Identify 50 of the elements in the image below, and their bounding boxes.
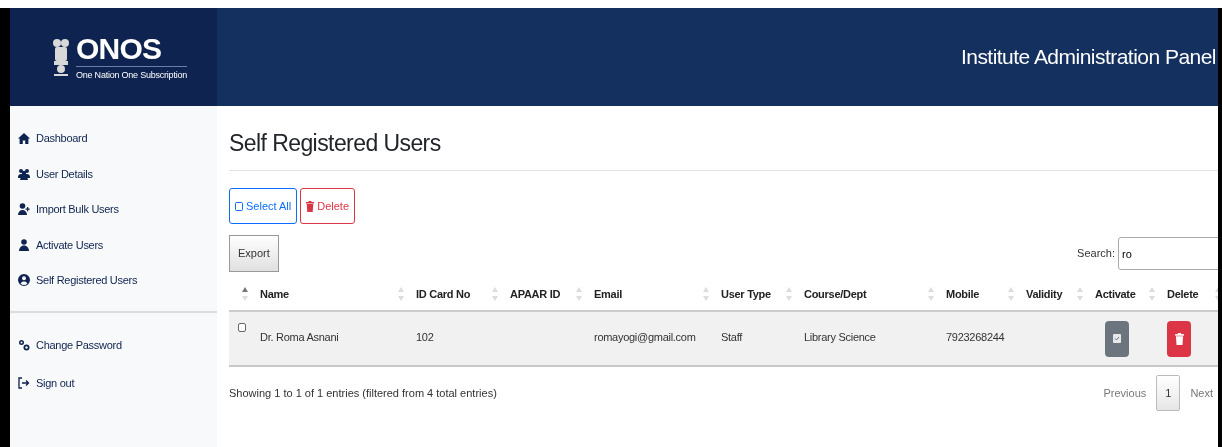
users-icon [18,167,30,180]
column-header[interactable]: Validity [1026,285,1063,303]
column-header[interactable]: APAAR ID [510,285,561,303]
table-cell: Dr. Roma Asnani [260,331,339,343]
column-header[interactable]: Course/Dept [804,285,867,303]
column-header[interactable]: Mobile [946,285,980,303]
sidebar-link[interactable]: Change Password [18,336,217,353]
table-info: Showing 1 to 1 of 1 entries (filtered from 4 total entries) [229,385,497,401]
checkbox-icon [235,201,243,211]
user-plus-icon [18,203,30,216]
page-button[interactable]: 1 [1156,375,1181,411]
user-icon [18,238,30,251]
delete-row-button[interactable] [1167,320,1191,357]
sidebar-link[interactable]: Dashboard [18,130,217,147]
pagination-link[interactable]: Next [1184,375,1218,411]
activate-button[interactable] [1105,320,1129,357]
trash-icon [306,200,315,212]
row-checkbox[interactable] [237,323,246,332]
column-header[interactable]: User Type [721,285,771,303]
sidebar-link[interactable]: User Details [18,165,217,182]
select-all-button[interactable]: Select All [229,188,298,224]
column-header[interactable]: ID Card No [416,285,471,303]
table-cell: Staff [721,331,743,343]
search-label: Search: [1077,246,1115,262]
column-header[interactable]: Email [594,285,622,303]
sidebar-link[interactable]: Self Registered Users [18,272,217,289]
table-cell: romayogi@gmail.com [594,331,696,343]
sidebar-link[interactable]: Activate Users [18,236,217,253]
sidebar-link[interactable]: Sign out [18,375,217,392]
sidebar-link[interactable]: Import Bulk Users [18,201,217,218]
column-header[interactable]: Name [260,285,289,303]
home-icon [18,132,30,145]
delete-button[interactable]: Delete [300,188,356,224]
logo-title: ONOS [76,33,163,64]
emblem-icon [52,37,70,77]
table-cell: Library Science [804,331,876,343]
logo-subtitle: One Nation One Subscription [76,65,187,81]
check-square-icon [1113,334,1121,343]
export-button[interactable]: Export [229,235,279,272]
trash-icon [1174,332,1184,345]
table-cell: 102 [416,331,434,343]
column-header[interactable]: Activate [1095,285,1136,303]
pagination-link[interactable]: Previous [1097,375,1153,411]
panel-title: Institute Administration Panel [960,44,1216,71]
search-field[interactable]: ro [1118,237,1218,270]
page-title: Self Registered Users [229,126,1218,171]
table-cell: 7923268244 [946,331,1005,343]
column-header[interactable]: Delete [1167,285,1199,303]
gears-icon [18,338,30,351]
sign-out-icon [18,377,30,390]
